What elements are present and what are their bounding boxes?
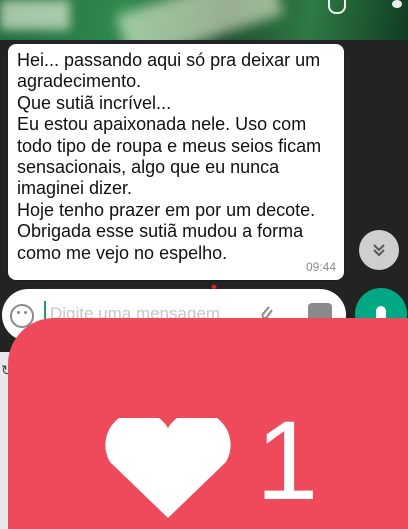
heart-icon xyxy=(105,418,231,518)
message-timestamp: 09:44 xyxy=(305,260,336,274)
incoming-message-bubble[interactable]: Hei... passando aqui só pra deixar um ag… xyxy=(8,44,344,280)
call-icon[interactable] xyxy=(328,0,346,14)
header-glare xyxy=(0,0,70,30)
like-count: 1 xyxy=(256,398,319,523)
menu-icon[interactable] xyxy=(392,0,402,8)
message-text: Hei... passando aqui só pra deixar um ag… xyxy=(17,50,322,263)
scroll-to-bottom-button[interactable] xyxy=(359,230,399,270)
double-chevron-down-icon xyxy=(373,244,385,257)
